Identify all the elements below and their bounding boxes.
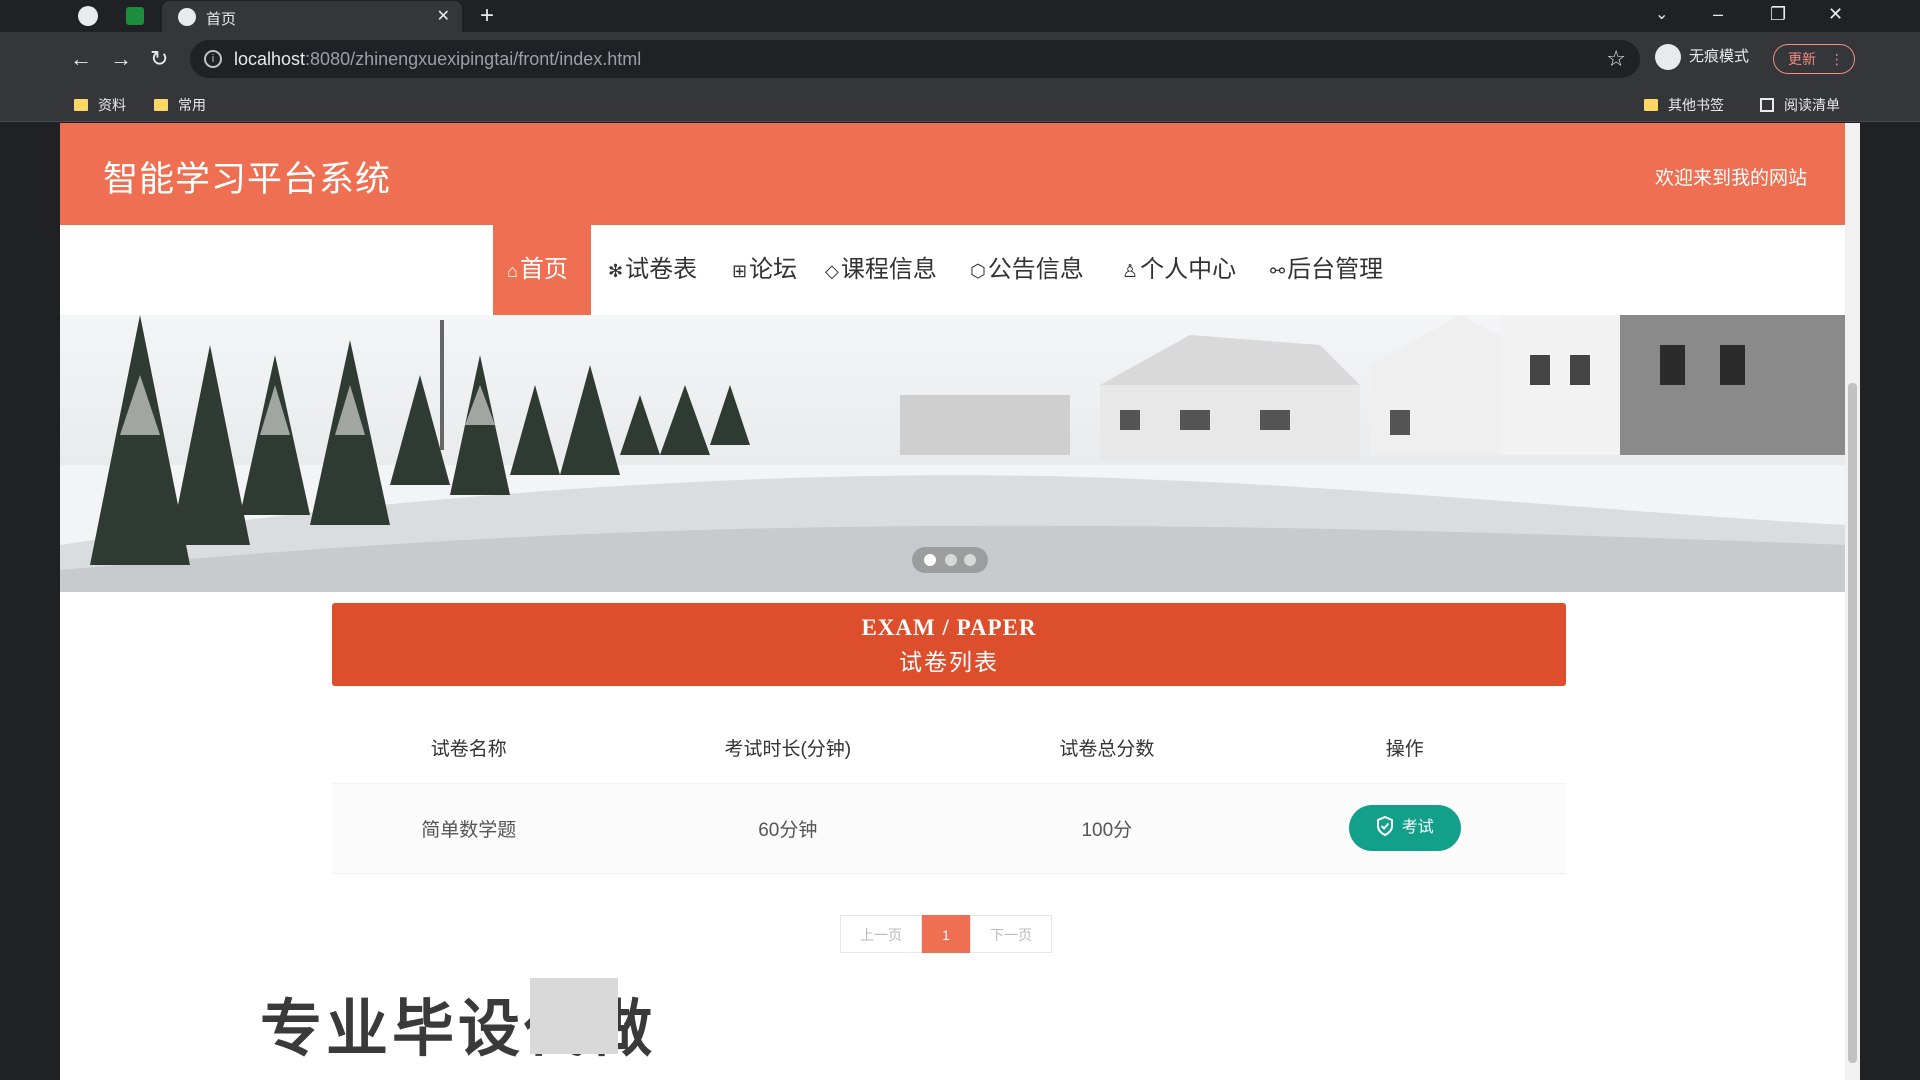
globe-icon[interactable]: [78, 6, 98, 26]
nav-item-papers[interactable]: ✻试卷表: [608, 225, 697, 315]
folder-icon: [1644, 99, 1658, 111]
column-header: 试卷名称: [430, 739, 507, 761]
next-page-button[interactable]: 下一页: [970, 915, 1052, 953]
link-icon: ⚯: [1270, 261, 1286, 281]
address-bar[interactable]: i localhost:8080/zhinengxuexipingtai/fro…: [190, 40, 1640, 78]
page-viewport: 智能学习平台系统 欢迎来到我的网站 ⌂首页 ✻试卷表 ⊞论坛 ◇课程信息 ⬡公告…: [60, 123, 1860, 1080]
section-title-zh: 试卷列表: [899, 649, 999, 675]
paper-table: 试卷名称 考试时长(分钟) 试卷总分数 操作 简单数学题 60分钟 100分 考…: [332, 713, 1566, 874]
tab-home[interactable]: 首页 ✕: [162, 1, 462, 32]
browser-window: 首页 ✕ + ⌄ – ❐ ✕ ← → ↻ i localhost:8080/zh…: [0, 0, 1920, 1080]
carousel-banner[interactable]: [60, 315, 1845, 592]
bookmarks-bar: 资料 常用 其他书签 阅读清单: [0, 86, 1920, 122]
incognito-indicator[interactable]: 无痕模式: [1655, 44, 1749, 74]
bookmark-star-icon[interactable]: ☆: [1606, 46, 1626, 72]
column-header: 考试时长(分钟): [724, 739, 852, 761]
back-icon[interactable]: ←: [70, 46, 92, 72]
bookmark-folder[interactable]: 常用: [154, 95, 206, 115]
window-close-icon[interactable]: ✕: [1828, 4, 1843, 25]
table-row: 简单数学题 60分钟 100分 考试: [332, 782, 1566, 874]
tab-search-icon[interactable]: ⌄: [1655, 4, 1668, 24]
prev-page-button[interactable]: 上一页: [840, 915, 922, 953]
folder-icon: [74, 99, 88, 111]
main-nav: ⌂首页 ✻试卷表 ⊞论坛 ◇课程信息 ⬡公告信息 ♙个人中心 ⚯后台管理: [60, 225, 1845, 315]
new-tab-button[interactable]: +: [480, 2, 494, 30]
site-title: 智能学习平台系统: [103, 160, 392, 199]
section-title-bar: EXAM / PAPER 试卷列表: [332, 603, 1566, 686]
scrollbar-thumb[interactable]: [1848, 383, 1857, 1063]
sheets-app-icon[interactable]: [126, 7, 144, 25]
forward-icon[interactable]: →: [110, 46, 132, 72]
carousel-dot[interactable]: [964, 554, 976, 566]
home-icon: ⌂: [507, 261, 518, 281]
other-bookmarks[interactable]: 其他书签: [1644, 95, 1724, 115]
page-scrollbar[interactable]: [1845, 123, 1860, 1080]
bookmark-folder[interactable]: 资料: [74, 95, 126, 115]
update-button[interactable]: 更新 ⋮: [1773, 44, 1855, 74]
section-title-en: EXAM / PAPER: [861, 615, 1037, 640]
column-header: 试卷总分数: [1059, 739, 1155, 761]
paper-name: 简单数学题: [332, 782, 606, 874]
pagination: 上一页 1 下一页: [840, 915, 1052, 953]
carousel-dot[interactable]: [945, 554, 957, 566]
minimize-icon[interactable]: –: [1713, 4, 1723, 25]
blur-overlay: [530, 978, 618, 1054]
nav-item-home[interactable]: ⌂首页: [493, 225, 591, 315]
reload-icon[interactable]: ↻: [150, 46, 168, 72]
column-header: 操作: [1385, 739, 1424, 761]
reading-list-icon: [1760, 98, 1774, 112]
cube-icon: ⬡: [970, 261, 986, 281]
snowflake-icon: ✻: [608, 261, 624, 281]
more-menu-icon[interactable]: ⋮: [1830, 51, 1844, 67]
tab-title: 首页: [206, 11, 237, 28]
grid-icon: ⊞: [732, 261, 748, 281]
carousel-indicators: [912, 547, 988, 573]
incognito-icon: [1655, 44, 1681, 70]
close-icon[interactable]: ✕: [437, 6, 450, 26]
folder-icon: [154, 99, 168, 111]
paper-score: 100分: [970, 782, 1244, 874]
nav-item-notices[interactable]: ⬡公告信息: [970, 225, 1084, 315]
start-exam-button[interactable]: 考试: [1348, 805, 1461, 851]
nav-item-forum[interactable]: ⊞论坛: [732, 225, 797, 315]
reading-list[interactable]: 阅读清单: [1760, 95, 1840, 115]
nav-item-admin[interactable]: ⚯后台管理: [1270, 225, 1383, 315]
tag-icon: ◇: [825, 261, 839, 281]
nav-item-courses[interactable]: ◇课程信息: [825, 225, 937, 315]
welcome-text: 欢迎来到我的网站: [1654, 168, 1807, 189]
info-icon[interactable]: i: [204, 50, 222, 68]
url-text[interactable]: localhost:8080/zhinengxuexipingtai/front…: [234, 49, 641, 70]
page-number-current[interactable]: 1: [922, 915, 970, 953]
paper-duration: 60分钟: [605, 782, 971, 874]
globe-icon: [178, 8, 196, 26]
carousel-dot[interactable]: [924, 554, 936, 566]
paper-action-cell: 考试: [1243, 782, 1566, 874]
user-icon: ♙: [1122, 261, 1139, 281]
table-header-row: 试卷名称 考试时长(分钟) 试卷总分数 操作: [332, 713, 1566, 783]
nav-item-profile[interactable]: ♙个人中心: [1122, 225, 1236, 315]
restore-icon[interactable]: ❐: [1770, 4, 1786, 25]
site-header: 智能学习平台系统 欢迎来到我的网站: [60, 123, 1845, 225]
shield-check-icon: [1376, 816, 1393, 836]
tab-strip: 首页 ✕ + ⌄ – ❐ ✕: [0, 0, 1920, 32]
browser-toolbar: ← → ↻ i localhost:8080/zhinengxuexipingt…: [0, 32, 1920, 86]
